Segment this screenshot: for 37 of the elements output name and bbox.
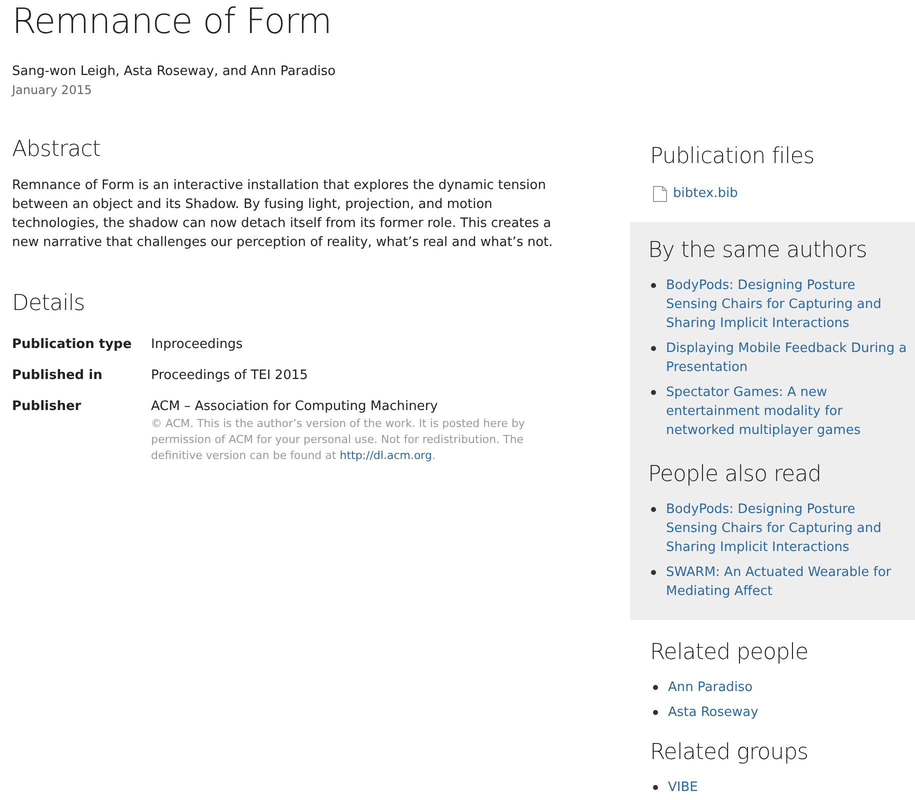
section-heading: Abstract [12,136,100,164]
bullet-icon [653,710,658,715]
section-heading: By the same authors [648,237,867,265]
bullet-icon [651,346,656,351]
publication-link[interactable]: Spectator Games: A new entertainment modality for networked multiplayer games [666,383,909,440]
detail-value: Inproceedings [151,336,243,354]
person-link[interactable]: Ann Paradiso [668,678,753,697]
file-link[interactable]: bibtex.bib [673,184,738,203]
section-heading: Details [12,290,85,318]
bullet-icon [651,570,656,575]
section-heading: Publication files [650,143,814,171]
detail-label: Publication type [12,336,132,354]
publication-link[interactable]: SWARM: An Actuated Wearable for Mediating Affect [666,563,909,601]
group-link[interactable]: VIBE [668,778,698,797]
detail-label: Published in [12,367,102,385]
page-title: Remnance of Form [12,1,332,44]
section-heading: Related groups [650,739,808,767]
detail-value: ACM – Association for Computing Machinery [151,398,438,416]
authors-text: Sang-won Leigh, Asta Roseway, and Ann Paradiso [12,63,336,81]
section-heading: Related people [650,639,808,667]
bullet-icon [653,685,658,690]
publication-link[interactable]: Displaying Mobile Feedback During a Presentation [666,339,909,377]
bullet-icon [651,283,656,288]
publication-date: January 2015 [12,82,92,99]
bullet-icon [651,390,656,395]
bullet-icon [653,785,658,790]
file-icon [653,186,667,202]
acm-link[interactable]: http://dl.acm.org [340,449,432,462]
copyright-note: © ACM. This is the author’s version of the work. It is posted here by permission of ACM for your personal use. Not for redistribution. The definitive version can be found at http://dl.acm.org. [151,416,526,464]
detail-value: Proceedings of TEI 2015 [151,367,308,385]
bullet-icon [651,507,656,512]
person-link[interactable]: Asta Roseway [668,703,758,722]
section-heading: People also read [648,461,822,489]
publication-link[interactable]: BodyPods: Designing Posture Sensing Chairs for Capturing and Sharing Implicit Interactions [666,500,909,557]
publication-link[interactable]: BodyPods: Designing Posture Sensing Chairs for Capturing and Sharing Implicit Interactions [666,276,909,333]
abstract-text: Remnance of Form is an interactive installation that explores the dynamic tension between an object and its Shadow. By fusing light, projection, and motion technologies, the shadow can now detach itself from its former role. This creates a new narrative that challenges our perception of reality, what’s real and what’s not. [12,177,554,252]
detail-label: Publisher [12,398,82,416]
